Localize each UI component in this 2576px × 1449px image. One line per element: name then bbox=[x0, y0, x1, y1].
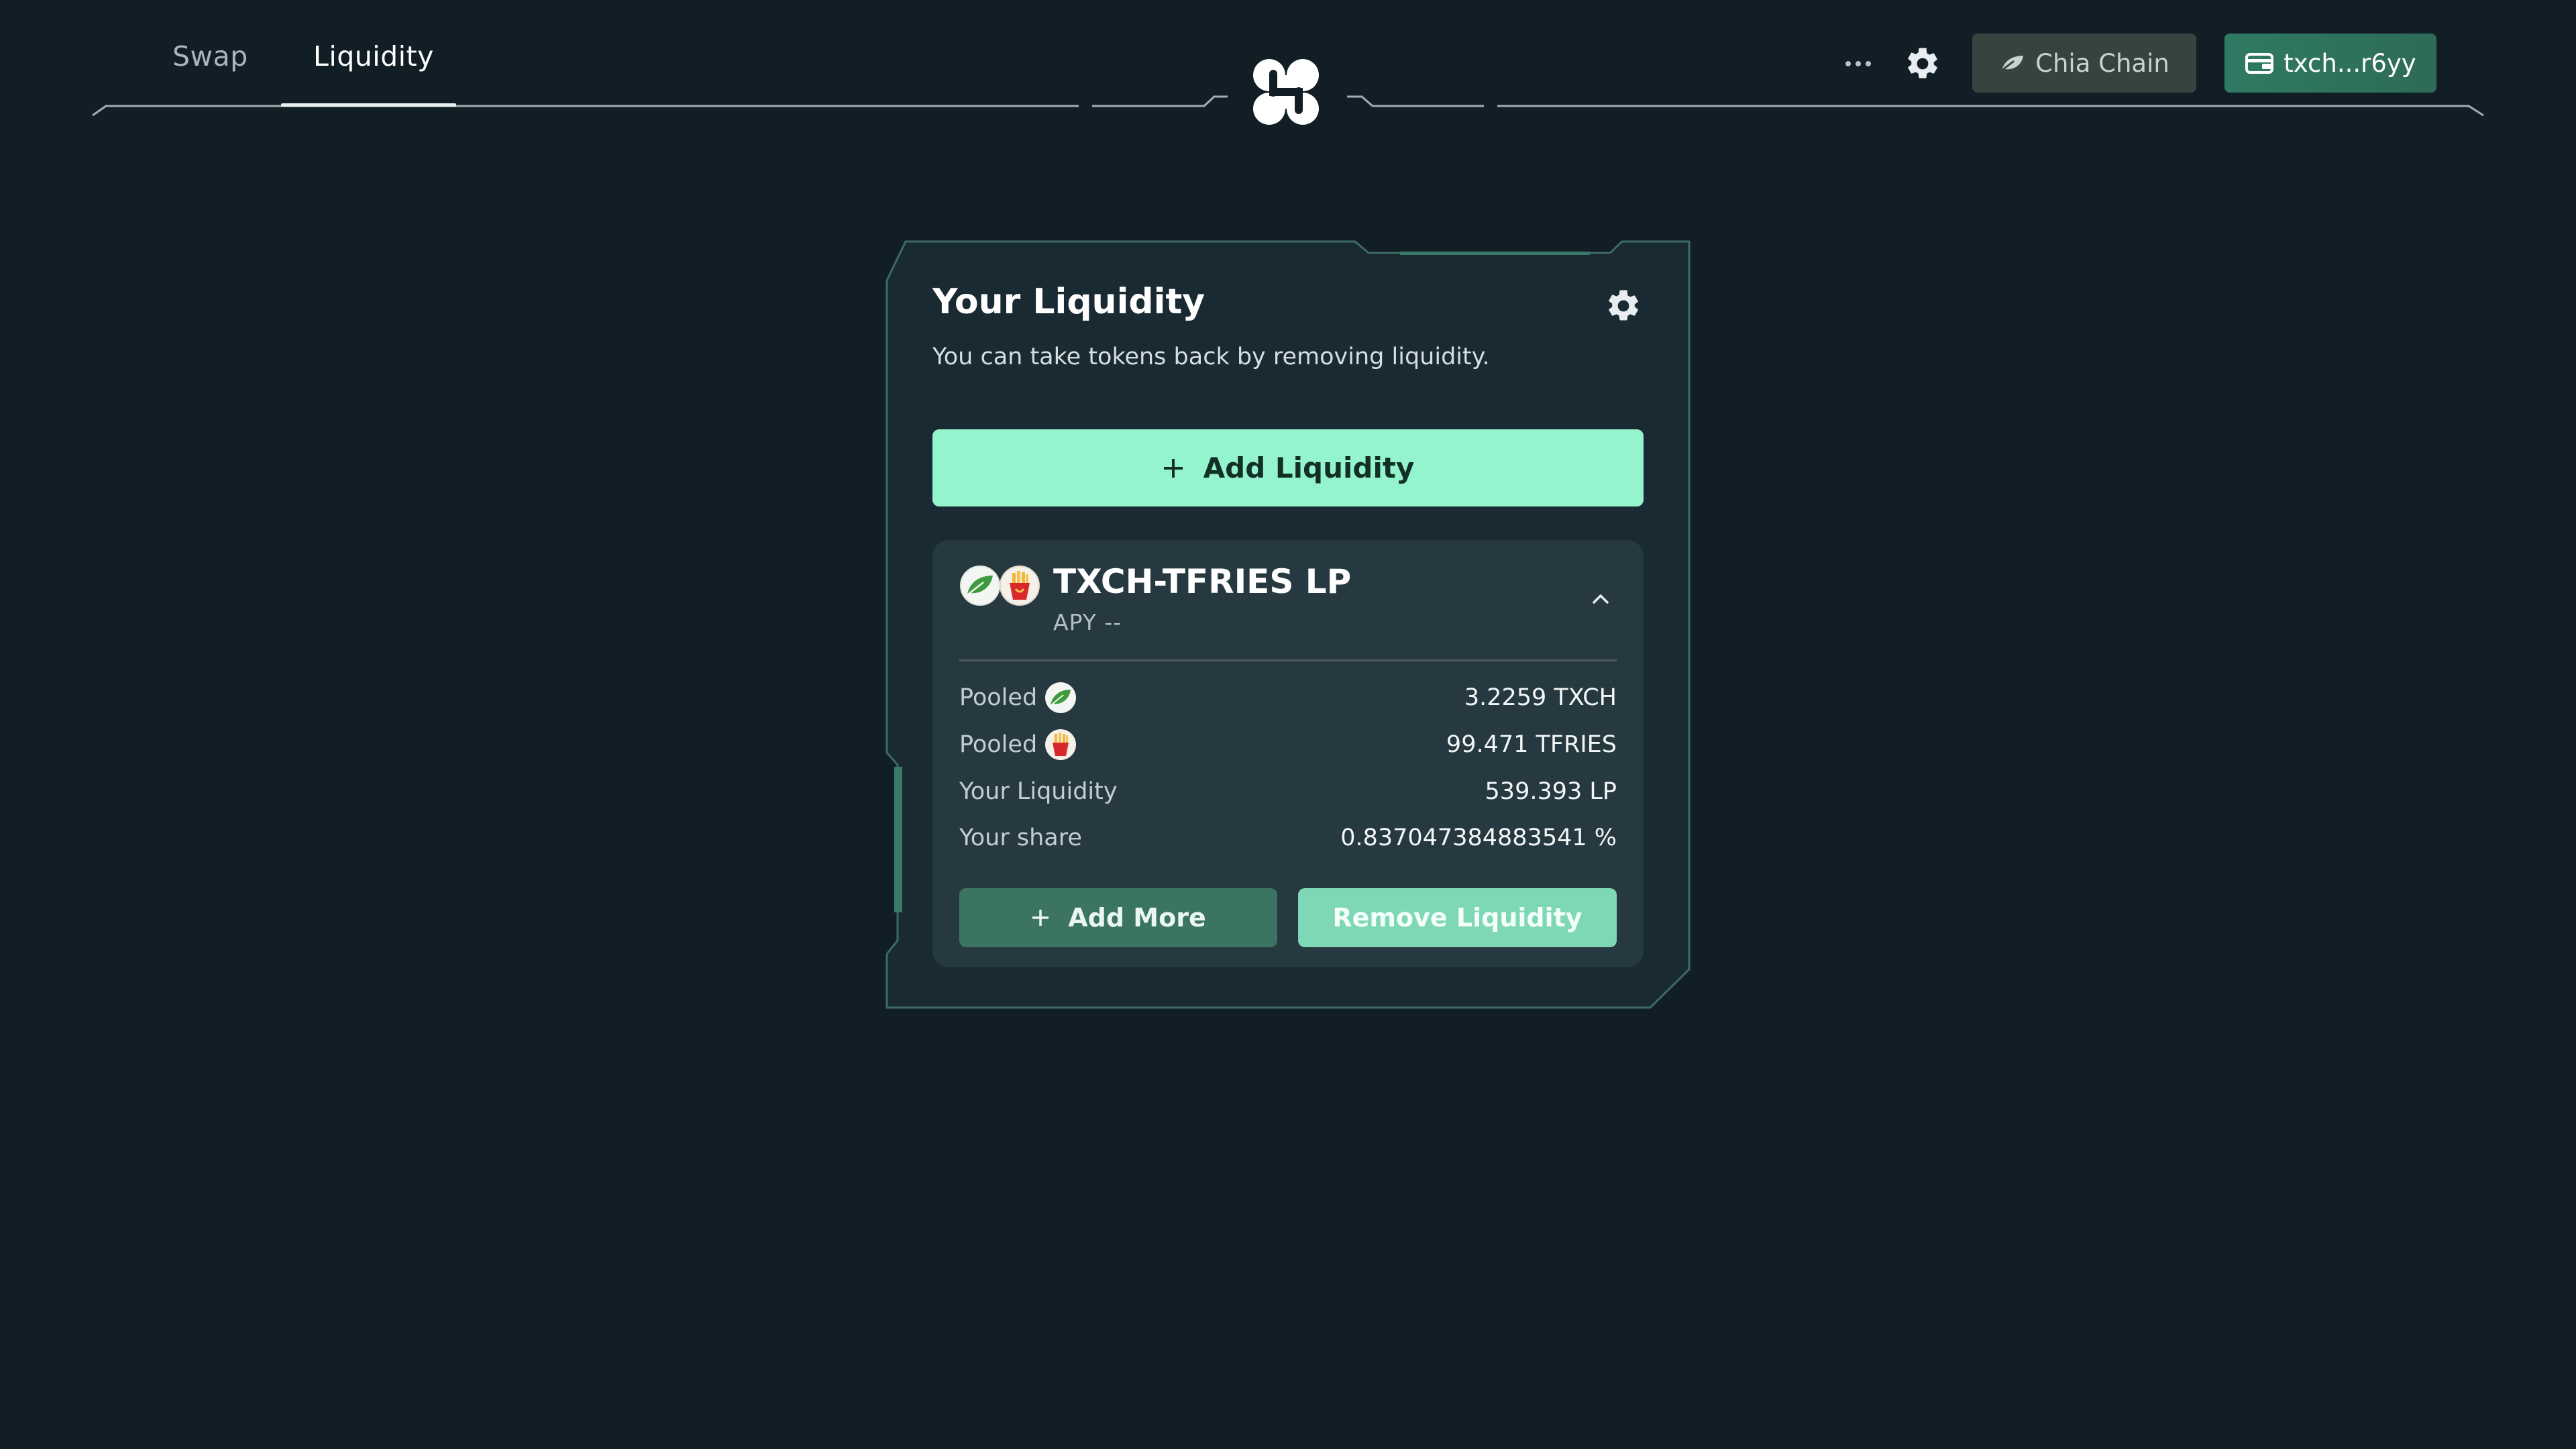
add-more-label: Add More bbox=[1068, 903, 1206, 932]
pooled-tfries-label: Pooled bbox=[959, 728, 1077, 761]
card-subtitle: You can take tokens back by removing liq… bbox=[932, 343, 1490, 370]
chain-selector-button[interactable]: Chia Chain bbox=[1972, 34, 2196, 93]
remove-liquidity-button[interactable]: Remove Liquidity bbox=[1298, 888, 1617, 947]
card-title: Your Liquidity bbox=[932, 282, 1205, 322]
chevron-up-icon[interactable] bbox=[1589, 590, 1613, 606]
tab-liquidity[interactable]: Liquidity bbox=[313, 40, 434, 72]
wallet-address: txch...r6yy bbox=[2284, 48, 2416, 78]
settings-gear-icon[interactable] bbox=[1904, 45, 1941, 83]
wallet-icon bbox=[2245, 53, 2274, 74]
chia-leaf-icon bbox=[1045, 682, 1077, 713]
active-tab-underline bbox=[281, 103, 456, 107]
app-logo-icon[interactable] bbox=[1249, 55, 1323, 129]
add-liquidity-label: Add Liquidity bbox=[1203, 451, 1415, 484]
chia-leaf-icon bbox=[960, 566, 1000, 606]
fries-icon bbox=[1045, 729, 1077, 760]
fries-icon bbox=[1000, 566, 1040, 606]
pooled-txch-label: Pooled bbox=[959, 681, 1077, 714]
wallet-button[interactable]: txch...r6yy bbox=[2224, 34, 2436, 93]
pooled-tfries-value: 99.471 TFRIES bbox=[1446, 731, 1617, 758]
your-share-label: Your share bbox=[959, 824, 1082, 851]
more-dot-icon bbox=[1845, 61, 1851, 66]
more-dot-icon bbox=[1856, 61, 1861, 66]
your-liquidity-label: Your Liquidity bbox=[959, 778, 1118, 805]
row-label: Pooled bbox=[959, 684, 1038, 711]
pool-apy: APY -- bbox=[1053, 609, 1122, 635]
remove-liquidity-label: Remove Liquidity bbox=[1332, 903, 1582, 932]
plus-icon bbox=[1163, 458, 1183, 478]
pool-name: TXCH-TFRIES LP bbox=[1053, 562, 1352, 601]
chain-label: Chia Chain bbox=[2035, 48, 2169, 78]
your-share-value: 0.837047384883541 % bbox=[1340, 824, 1617, 851]
pool-divider bbox=[959, 659, 1617, 661]
more-options-button[interactable] bbox=[1838, 47, 1878, 80]
chia-leaf-icon bbox=[2001, 56, 2024, 72]
your-liquidity-value: 539.393 LP bbox=[1485, 778, 1617, 805]
card-settings-gear-icon[interactable] bbox=[1605, 287, 1642, 325]
add-more-button[interactable]: Add More bbox=[959, 888, 1277, 947]
row-label: Pooled bbox=[959, 731, 1038, 758]
add-liquidity-button[interactable]: Add Liquidity bbox=[932, 429, 1644, 506]
pooled-txch-value: 3.2259 TXCH bbox=[1464, 684, 1617, 711]
tab-swap[interactable]: Swap bbox=[172, 40, 248, 72]
plus-icon bbox=[1032, 910, 1049, 926]
more-dot-icon bbox=[1866, 61, 1871, 66]
